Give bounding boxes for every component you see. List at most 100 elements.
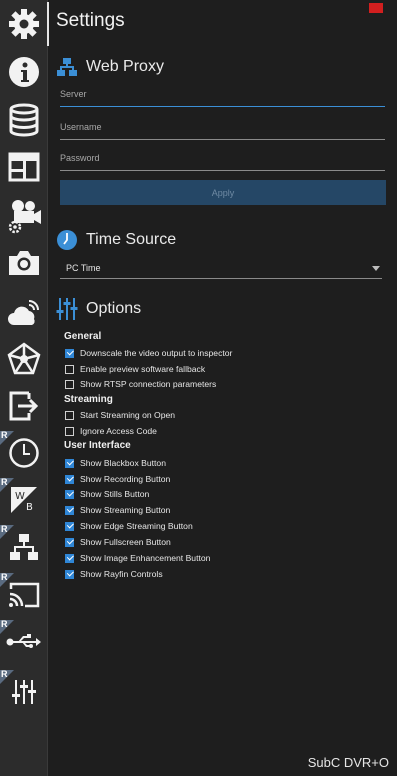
sliders-icon [56,298,78,320]
checkbox-label: Show Blackbox Button [80,458,166,468]
sidebar-item-layout[interactable] [0,145,47,189]
time-source-title: Time Source [86,231,177,248]
svg-text:W: W [15,491,25,502]
restricted-badge-letter: R [1,430,8,440]
checkbox[interactable] [65,489,74,499]
sidebar-item-export[interactable] [0,384,47,428]
sliders-icon [11,680,36,704]
info-icon [8,57,39,87]
user-interface-group-title: User Interface [64,440,131,451]
gear-icon [8,9,39,39]
sidebar-item-cloud[interactable] [0,290,47,334]
fullscreen-checkbox-row[interactable]: Show Fullscreen Button [65,535,171,549]
checkbox-label: Show Streaming Button [80,505,171,515]
checkbox[interactable] [65,364,74,374]
preview-fallback-checkbox-row[interactable]: Enable preview software fallback [65,362,205,376]
sidebar-item-network-proxy[interactable]: R [0,524,47,569]
sidebar-item-info[interactable] [0,50,47,94]
sidebar-item-white-balance[interactable]: R W B [0,477,47,522]
checkbox-label: Show Edge Streaming Button [80,521,193,531]
password-field[interactable] [60,148,385,171]
ignore-access-code-checkbox-row[interactable]: Ignore Access Code [65,424,157,438]
checkbox-label: Downscale the video output to inspector [80,348,233,358]
checkbox-label: Show RTSP connection parameters [80,379,217,389]
restricted-badge-letter: R [1,572,8,582]
start-streaming-checkbox-row[interactable]: Start Streaming on Open [65,408,175,422]
sidebar-item-camera-settings[interactable] [0,194,47,238]
options-title: Options [86,300,142,317]
restricted-badge-letter: R [1,477,8,487]
sidebar: R R W B R R R R [0,0,49,776]
clock-icon [57,230,77,250]
sidebar-item-sliders[interactable]: R [0,669,47,714]
stills-checkbox-row[interactable]: Show Stills Button [65,487,149,501]
checkbox-label: Enable preview software fallback [80,364,206,374]
password-input[interactable] [60,148,385,168]
restricted-badge-letter: R [1,669,8,679]
time-source-value: PC Time [66,263,101,273]
checkbox[interactable] [65,537,74,547]
checkbox-label: Show Fullscreen Button [80,537,171,547]
web-proxy-title: Web Proxy [86,58,164,75]
sidebar-item-usb[interactable]: R [0,619,47,664]
chevron-down-icon [372,265,380,271]
sidebar-item-cast[interactable]: R [0,572,47,617]
streaming-group-title: Streaming [64,394,113,405]
downscale-checkbox-row[interactable]: Downscale the video output to inspector [65,346,232,360]
checkbox[interactable] [65,474,74,484]
settings-panel: Settings Web Proxy Apply Time Source PC … [48,0,397,776]
edge-streaming-checkbox-row[interactable]: Show Edge Streaming Button [65,519,193,533]
blackbox-checkbox-row[interactable]: Show Blackbox Button [65,456,166,470]
checkbox-label: Show Image Enhancement Button [80,553,211,563]
checkbox[interactable] [65,569,74,579]
rtsp-params-checkbox-row[interactable]: Show RTSP connection parameters [65,377,216,391]
options-header: Options [56,297,141,321]
sidebar-item-settings[interactable] [0,2,49,46]
checkbox-label: Show Recording Button [80,474,171,484]
streaming-button-checkbox-row[interactable]: Show Streaming Button [65,503,170,517]
sidebar-item-time[interactable]: R [0,430,47,475]
checkbox[interactable] [65,379,74,389]
checkbox[interactable] [65,410,74,420]
server-input[interactable] [60,84,385,104]
time-source-header: Time Source [56,229,176,251]
network-icon [57,58,77,76]
layout-icon [8,152,39,182]
recording-checkbox-row[interactable]: Show Recording Button [65,472,170,486]
camera-icon [8,251,39,275]
footer-product-name: SubC DVR+O [307,755,389,770]
checkbox-label: Ignore Access Code [80,426,157,436]
apply-button[interactable]: Apply [60,180,386,205]
checkbox-label: Show Stills Button [80,489,150,499]
username-field[interactable] [60,117,385,140]
restricted-badge-letter: R [1,524,8,534]
checkbox[interactable] [65,426,74,436]
export-icon [9,391,38,421]
time-source-select[interactable]: PC Time [60,258,382,279]
usb-icon [6,634,41,648]
restricted-badge-letter: R [1,619,8,629]
server-field[interactable] [60,84,385,107]
cloud-wifi-icon [7,300,39,325]
checkbox[interactable] [65,458,74,468]
image-enhancement-checkbox-row[interactable]: Show Image Enhancement Button [65,551,210,565]
network-star-icon [7,342,40,375]
page-title: Settings [56,10,125,31]
sidebar-item-snapshot[interactable] [0,241,47,285]
checkbox[interactable] [65,521,74,531]
general-group-title: General [64,331,102,342]
username-input[interactable] [60,117,385,137]
checkbox[interactable] [65,553,74,563]
checkbox-label: Start Streaming on Open [80,410,176,420]
close-button[interactable] [369,3,383,13]
checkbox[interactable] [65,505,74,515]
web-proxy-header: Web Proxy [56,57,164,77]
sidebar-item-network[interactable] [0,337,47,381]
svg-text:B: B [26,502,33,513]
video-camera-gear-icon [8,200,41,234]
rayfin-controls-checkbox-row[interactable]: Show Rayfin Controls [65,567,163,581]
checkbox[interactable] [65,348,74,358]
sidebar-item-database[interactable] [0,98,47,142]
database-icon [9,103,38,137]
checkbox-label: Show Rayfin Controls [80,569,163,579]
